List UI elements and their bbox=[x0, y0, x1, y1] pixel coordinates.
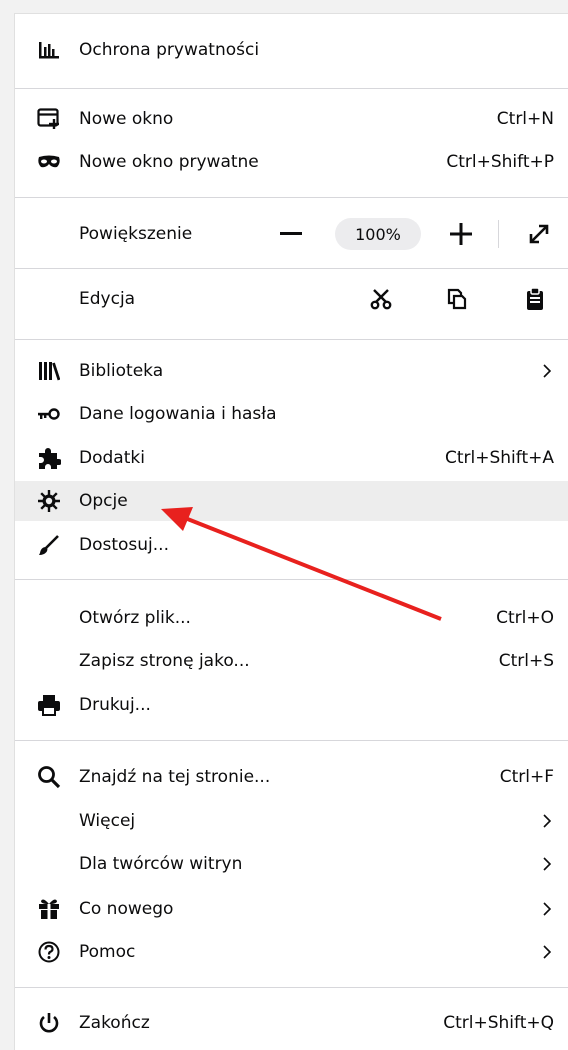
separator bbox=[15, 740, 568, 741]
zoom-divider bbox=[498, 220, 499, 248]
copy-button[interactable] bbox=[437, 279, 477, 319]
menu-item-logins[interactable]: Dane logowania i hasła bbox=[15, 394, 568, 434]
fullscreen-icon bbox=[529, 224, 549, 244]
menu-item-print[interactable]: Drukuj... bbox=[15, 685, 568, 725]
menu-item-web-developer[interactable]: Dla twórców witryn bbox=[15, 844, 568, 884]
paste-button[interactable] bbox=[515, 279, 555, 319]
menu-item-label: Dodatki bbox=[79, 448, 145, 468]
menu-item-options[interactable]: Opcje bbox=[15, 481, 568, 521]
zoom-reset-button[interactable]: 100% bbox=[335, 218, 421, 250]
menu-item-label: Dla twórców witryn bbox=[79, 854, 243, 874]
shortcut-label: Ctrl+O bbox=[496, 608, 554, 628]
menu-item-library[interactable]: Biblioteka bbox=[15, 351, 568, 391]
menu-item-open-file[interactable]: Otwórz plik... Ctrl+O bbox=[15, 598, 568, 638]
menu-item-more[interactable]: Więcej bbox=[15, 801, 568, 841]
paste-icon bbox=[527, 287, 543, 310]
menu-item-addons[interactable]: Dodatki Ctrl+Shift+A bbox=[15, 438, 568, 478]
copy-icon bbox=[447, 288, 467, 310]
menu-item-label: Co nowego bbox=[79, 899, 174, 919]
separator bbox=[15, 579, 568, 580]
gift-icon bbox=[37, 897, 61, 921]
menu-item-label: Dane logowania i hasła bbox=[79, 404, 277, 424]
chevron-right-icon bbox=[540, 900, 554, 918]
menu-item-label: Otwórz plik... bbox=[79, 608, 191, 628]
menu-item-label: Nowe okno prywatne bbox=[79, 152, 259, 172]
menu-item-find[interactable]: Znajdź na tej stronie... Ctrl+F bbox=[15, 757, 568, 797]
menu-item-label: Zapisz stronę jako... bbox=[79, 651, 250, 671]
menu-item-label: Biblioteka bbox=[79, 361, 164, 381]
zoom-row: Powiększenie 100% bbox=[15, 214, 568, 254]
private-mask-icon bbox=[37, 150, 61, 174]
shortcut-label: Ctrl+F bbox=[499, 767, 554, 787]
menu-item-privacy[interactable]: Ochrona prywatności bbox=[15, 30, 568, 70]
menu-item-label: Ochrona prywatności bbox=[79, 40, 260, 60]
zoom-out-button[interactable] bbox=[271, 214, 311, 254]
menu-item-label: Pomoc bbox=[79, 942, 136, 962]
shortcut-label: Ctrl+N bbox=[496, 109, 554, 129]
fullscreen-button[interactable] bbox=[519, 214, 559, 254]
chevron-right-icon bbox=[540, 362, 554, 380]
menu-item-quit[interactable]: Zakończ Ctrl+Shift+Q bbox=[15, 1003, 568, 1043]
menu-item-save-page[interactable]: Zapisz stronę jako... Ctrl+S bbox=[15, 641, 568, 681]
puzzle-icon bbox=[37, 446, 61, 470]
shortcut-label: Ctrl+Shift+A bbox=[444, 448, 554, 468]
separator bbox=[15, 268, 568, 269]
brush-icon bbox=[37, 533, 61, 557]
help-icon bbox=[37, 940, 61, 964]
cut-icon bbox=[370, 289, 392, 310]
chevron-right-icon bbox=[540, 812, 554, 830]
shortcut-label: Ctrl+S bbox=[498, 651, 554, 671]
new-window-icon bbox=[37, 107, 61, 131]
key-icon bbox=[37, 402, 61, 426]
edit-label: Edycja bbox=[79, 289, 136, 309]
search-icon bbox=[37, 765, 61, 789]
menu-item-label: Drukuj... bbox=[79, 695, 151, 715]
zoom-in-button[interactable] bbox=[441, 214, 481, 254]
zoom-label: Powiększenie bbox=[79, 224, 193, 244]
gear-icon bbox=[37, 489, 61, 513]
library-icon bbox=[37, 359, 61, 383]
menu-item-label: Znajdź na tej stronie... bbox=[79, 767, 271, 787]
chevron-right-icon bbox=[540, 943, 554, 961]
privacy-chart-icon bbox=[37, 38, 61, 62]
shortcut-label: Ctrl+Shift+P bbox=[446, 152, 554, 172]
menu-item-label: Opcje bbox=[79, 491, 128, 511]
menu-item-help[interactable]: Pomoc bbox=[15, 932, 568, 972]
menu-item-whats-new[interactable]: Co nowego bbox=[15, 889, 568, 929]
menu-item-label: Dostosuj... bbox=[79, 535, 169, 555]
separator bbox=[15, 987, 568, 988]
menu-item-private-window[interactable]: Nowe okno prywatne Ctrl+Shift+P bbox=[15, 142, 568, 182]
separator bbox=[15, 88, 568, 89]
separator bbox=[15, 197, 568, 198]
printer-icon bbox=[37, 693, 61, 717]
app-menu-panel: Ochrona prywatności Nowe okno Ctrl+N Now… bbox=[14, 13, 568, 1050]
menu-item-customize[interactable]: Dostosuj... bbox=[15, 525, 568, 565]
chevron-right-icon bbox=[540, 855, 554, 873]
menu-item-label: Więcej bbox=[79, 811, 136, 831]
separator bbox=[15, 339, 568, 340]
edit-row: Edycja bbox=[15, 279, 568, 319]
menu-item-label: Nowe okno bbox=[79, 109, 174, 129]
shortcut-label: Ctrl+Shift+Q bbox=[443, 1013, 554, 1033]
menu-item-label: Zakończ bbox=[79, 1013, 150, 1033]
menu-item-new-window[interactable]: Nowe okno Ctrl+N bbox=[15, 99, 568, 139]
cut-button[interactable] bbox=[361, 279, 401, 319]
power-icon bbox=[37, 1011, 61, 1035]
